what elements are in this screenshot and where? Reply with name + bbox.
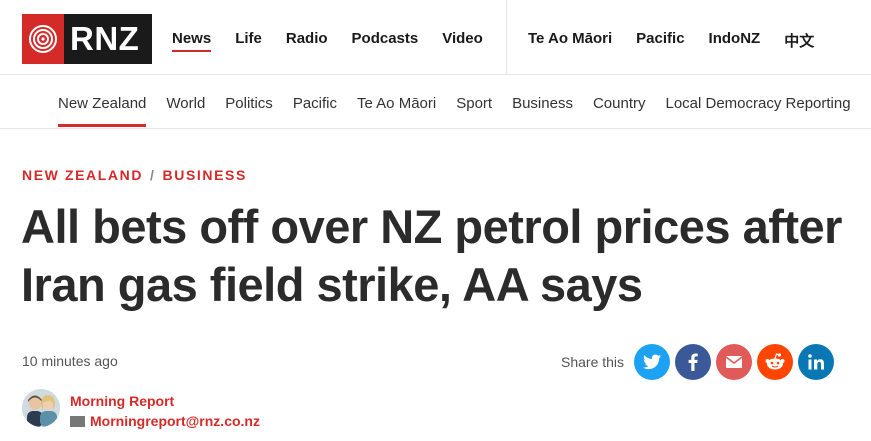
section-pacific[interactable]: Pacific bbox=[293, 95, 337, 112]
section-world[interactable]: World bbox=[166, 95, 205, 112]
section-politics[interactable]: Politics bbox=[225, 95, 273, 112]
article-headline: All bets off over NZ petrol prices after… bbox=[21, 200, 842, 311]
breadcrumb: NEW ZEALAND / BUSINESS bbox=[22, 167, 247, 183]
facebook-icon bbox=[688, 353, 698, 371]
article-timestamp: 10 minutes ago bbox=[22, 353, 118, 369]
twitter-icon bbox=[643, 354, 662, 370]
nav-radio[interactable]: Radio bbox=[286, 30, 328, 47]
nav-chinese[interactable]: 中文 bbox=[784, 30, 814, 51]
nav-news[interactable]: News bbox=[172, 30, 212, 52]
share-reddit-button[interactable] bbox=[757, 344, 794, 380]
nav-video[interactable]: Video bbox=[442, 30, 483, 47]
nav-indonz[interactable]: IndoNZ bbox=[709, 30, 761, 51]
share-bar: Share this bbox=[561, 344, 839, 380]
breadcrumb-business[interactable]: BUSINESS bbox=[163, 167, 247, 183]
author-name[interactable]: Morning Report bbox=[70, 393, 174, 409]
secondary-nav: Te Ao Māori Pacific IndoNZ 中文 bbox=[528, 30, 838, 51]
share-label: Share this bbox=[561, 354, 625, 370]
linkedin-icon bbox=[808, 354, 825, 370]
email-icon bbox=[726, 356, 743, 368]
share-linkedin-button[interactable] bbox=[798, 344, 835, 380]
share-twitter-button[interactable] bbox=[634, 344, 671, 380]
nav-life[interactable]: Life bbox=[235, 30, 262, 47]
share-facebook-button[interactable] bbox=[675, 344, 712, 380]
section-sport[interactable]: Sport bbox=[456, 95, 492, 112]
share-email-button[interactable] bbox=[716, 344, 753, 380]
nav-pacific[interactable]: Pacific bbox=[636, 30, 684, 51]
mail-icon bbox=[70, 415, 85, 427]
author-email-link[interactable]: Morningreport@rnz.co.nz bbox=[90, 413, 260, 429]
breadcrumb-new-zealand[interactable]: NEW ZEALAND bbox=[22, 167, 143, 183]
author-avatar bbox=[22, 389, 60, 427]
section-nav: New Zealand World Politics Pacific Te Ao… bbox=[0, 75, 871, 129]
section-business[interactable]: Business bbox=[512, 95, 573, 112]
nav-te-ao-maori[interactable]: Te Ao Māori bbox=[528, 30, 612, 51]
logo-text: RNZ bbox=[70, 20, 140, 57]
section-te-ao-maori[interactable]: Te Ao Māori bbox=[357, 95, 436, 112]
section-local-democracy-reporting[interactable]: Local Democracy Reporting bbox=[665, 95, 850, 112]
section-country[interactable]: Country bbox=[593, 95, 646, 112]
section-new-zealand[interactable]: New Zealand bbox=[58, 95, 147, 127]
primary-nav: News Life Radio Podcasts Video bbox=[172, 30, 507, 52]
rnz-logo[interactable]: RNZ bbox=[22, 14, 152, 64]
author-block: Morning Report Morningreport@rnz.co.nz bbox=[22, 389, 260, 429]
rnz-logo-mark-icon bbox=[22, 14, 64, 64]
reddit-icon bbox=[765, 353, 785, 370]
nav-podcasts[interactable]: Podcasts bbox=[352, 30, 419, 47]
breadcrumb-separator: / bbox=[150, 167, 156, 183]
nav-divider bbox=[506, 0, 507, 75]
site-header: RNZ News Life Radio Podcasts Video Te Ao… bbox=[0, 0, 871, 75]
